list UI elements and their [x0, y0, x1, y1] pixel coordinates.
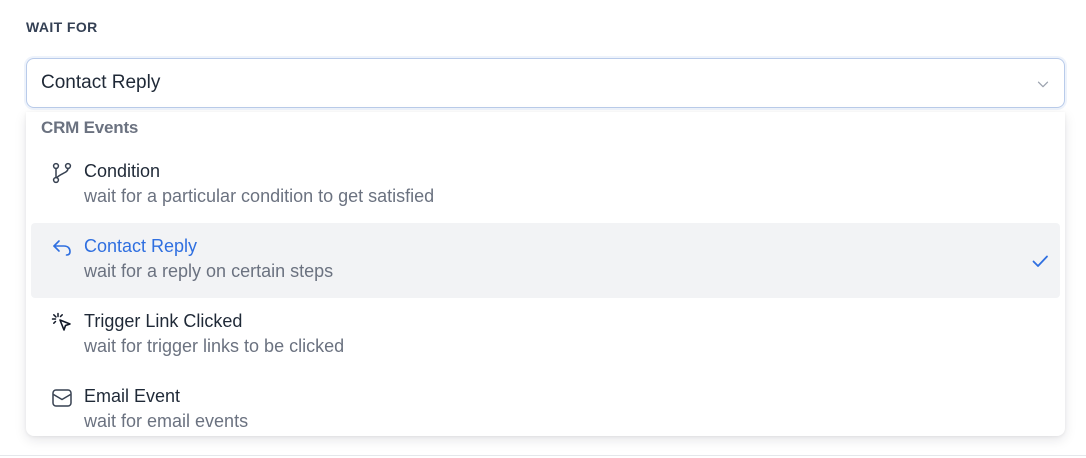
select-value: Contact Reply — [41, 72, 161, 93]
option-title: Email Event — [84, 386, 181, 406]
wait-for-settings: WAIT FOR Contact Reply CRM Events Condit… — [0, 0, 1086, 458]
option-trigger-link-clicked[interactable]: Trigger Link Clicked wait for trigger li… — [31, 298, 1060, 373]
reply-arrow-icon — [53, 240, 71, 256]
option-description: wait for a reply on certain steps — [84, 261, 334, 281]
option-description: wait for trigger links to be clicked — [84, 336, 345, 356]
option-condition[interactable]: Condition wait for a particular conditio… — [31, 148, 1060, 223]
wait-for-label: WAIT FOR — [26, 19, 98, 35]
git-branch-icon — [52, 162, 72, 184]
envelope-icon — [52, 389, 72, 407]
option-description: wait for email events — [84, 411, 249, 431]
divider — [0, 455, 1086, 456]
option-title: Trigger Link Clicked — [84, 311, 243, 331]
checkmark-icon — [1032, 255, 1048, 267]
group-label-crm-events: CRM Events — [41, 118, 139, 137]
dropdown-menu: CRM Events Condition wait for a particul… — [26, 112, 1065, 436]
option-description: wait for a particular condition to get s… — [84, 186, 435, 206]
option-contact-reply[interactable]: Contact Reply wait for a reply on certai… — [31, 223, 1060, 298]
option-title: Contact Reply — [84, 236, 198, 256]
wait-for-select[interactable]: Contact Reply — [26, 58, 1065, 108]
cursor-click-icon — [51, 312, 71, 331]
chevron-down-icon[interactable] — [1034, 75, 1052, 93]
option-email-event[interactable]: Email Event wait for email events — [31, 373, 1060, 436]
option-title: Condition — [84, 161, 161, 181]
